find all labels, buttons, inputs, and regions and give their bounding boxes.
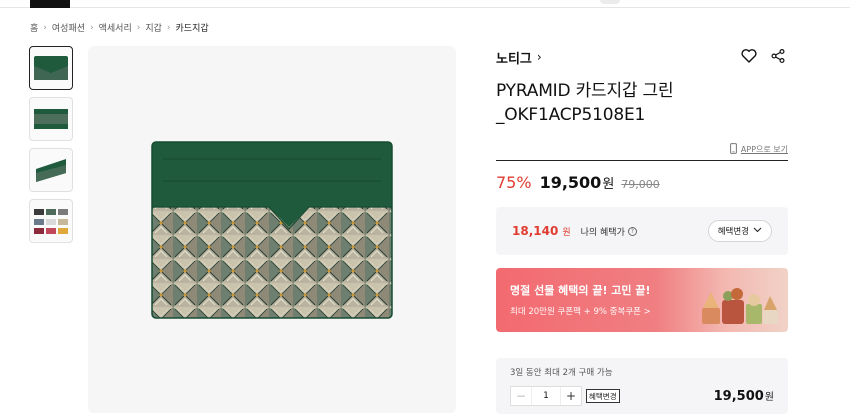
thumbnail-side[interactable]: [29, 148, 73, 192]
discount-rate: 75%: [496, 173, 532, 192]
info-icon[interactable]: ?: [627, 227, 637, 236]
quantity-value[interactable]: 1: [531, 387, 561, 405]
product-actions: [741, 48, 788, 67]
breadcrumb-separator-icon: ›: [90, 22, 94, 33]
benefit-price-box: 18,140 원 나의 혜택가 ? 혜택변경: [496, 207, 788, 255]
order-change-benefit-button[interactable]: 혜택변경: [586, 389, 620, 403]
breadcrumb-separator-icon: ›: [166, 22, 171, 33]
breadcrumb: 홈 › 여성패션 › 액세서리 › 지갑 › 카드지갑: [30, 21, 209, 35]
sale-price: 19,500: [539, 173, 602, 192]
thumbnail-back[interactable]: [29, 97, 73, 141]
product-main-image[interactable]: [88, 46, 456, 413]
change-benefit-label: 혜택변경: [717, 227, 749, 237]
brand-link[interactable]: 노티그 ›: [496, 48, 542, 67]
nav-tab-active[interactable]: [30, 0, 70, 8]
total-price: 19,500원: [714, 388, 774, 404]
product-title: PYRAMID 카드지갑 그린 _OKF1ACP5108E1: [496, 81, 674, 125]
breadcrumb-item[interactable]: 여성패션: [52, 21, 85, 34]
phone-icon: [729, 142, 737, 156]
chevron-down-icon: [753, 226, 762, 236]
promo-banner[interactable]: 명절 선물 혜택의 끝! 고민 끝! 최대 20만원 쿠폰팩 + 9% 중복쿠폰…: [496, 268, 788, 332]
app-view-link[interactable]: APP으로 보기: [496, 142, 788, 156]
currency-unit: 원: [602, 177, 615, 192]
divider: [496, 160, 788, 161]
thumbnail-list: [29, 46, 75, 250]
price-row: 75% 19,500 원 79,000: [496, 173, 788, 195]
benefit-price-group: 18,140 원 나의 혜택가 ?: [512, 224, 637, 238]
brand-name: 노티그: [496, 51, 532, 67]
quantity-stepper: − 1 +: [510, 386, 582, 406]
breadcrumb-item-current[interactable]: 카드지갑: [176, 21, 209, 34]
quantity-controls: − 1 + 혜택변경: [510, 386, 620, 406]
total-currency-unit: 원: [764, 392, 774, 403]
chevron-right-icon: ›: [536, 50, 542, 64]
nav-tab[interactable]: [600, 0, 620, 4]
breadcrumb-item[interactable]: 액세서리: [99, 21, 132, 34]
brand-row: 노티그 ›: [496, 46, 788, 68]
benefit-label-text: 나의 혜택가: [580, 228, 625, 238]
gift-basket-image: [702, 288, 778, 324]
app-view-label: APP으로 보기: [740, 144, 788, 154]
benefit-currency-unit: 원: [562, 228, 571, 238]
card-wallet-image: [151, 140, 393, 319]
total-price-value: 19,500: [713, 389, 764, 404]
change-benefit-button[interactable]: 혜택변경: [707, 220, 772, 242]
breadcrumb-separator-icon: ›: [136, 22, 141, 33]
purchase-limit-note: 3일 동안 최대 2개 구매 가능: [510, 368, 613, 378]
quantity-row: − 1 + 혜택변경 19,500원: [510, 386, 774, 406]
benefit-label[interactable]: 나의 혜택가 ?: [581, 225, 637, 238]
breadcrumb-item[interactable]: 지갑: [145, 21, 162, 34]
breadcrumb-separator-icon: ›: [43, 22, 47, 33]
original-price: 79,000: [621, 178, 660, 191]
breadcrumb-item[interactable]: 홈: [30, 21, 38, 34]
product-info-panel: 노티그 › PYRAMID 카드지갑 그린 _OKF1ACP5108E1 APP…: [496, 46, 788, 414]
order-box: 3일 동안 최대 2개 구매 가능 − 1 + 혜택변경 19,500원: [496, 358, 788, 414]
thumbnail-colors[interactable]: [29, 199, 73, 243]
heart-icon[interactable]: [741, 48, 757, 67]
thumbnail-front[interactable]: [29, 46, 73, 90]
benefit-price: 18,140: [512, 224, 559, 238]
plus-icon[interactable]: +: [561, 387, 581, 405]
share-icon[interactable]: [771, 48, 785, 67]
top-nav-bar: [0, 0, 850, 8]
minus-icon[interactable]: −: [511, 387, 531, 405]
